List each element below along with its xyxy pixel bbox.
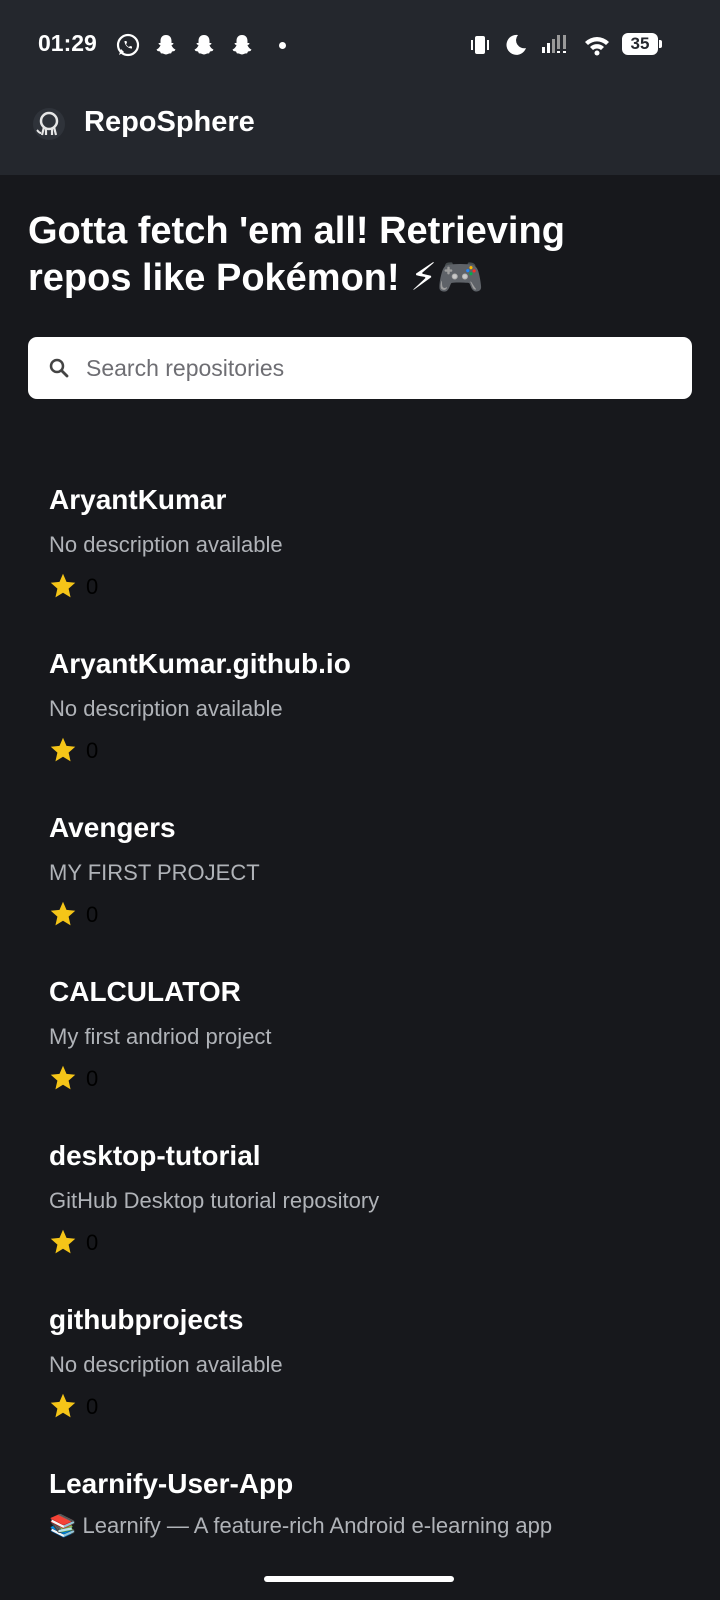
repo-name: CALCULATOR (49, 976, 241, 1007)
search-icon (49, 358, 69, 378)
repo-description: My first andriod project (49, 1024, 272, 1049)
star-count: 0 (86, 574, 99, 599)
star-count: 0 (86, 1230, 99, 1255)
status-time: 01:29 (38, 30, 97, 56)
app-title: RepoSphere (84, 106, 255, 138)
repo-name: Learnify-User-App (49, 1468, 294, 1499)
repo-description: No description available (49, 696, 283, 721)
wifi-icon (585, 37, 609, 56)
repo-name: Avengers (49, 812, 176, 843)
page-headline: Gotta fetch 'em all! Retrieving repos li… (28, 210, 565, 299)
search-box[interactable] (28, 337, 692, 399)
moon-icon (506, 34, 526, 55)
repo-name: AryantKumar.github.io (49, 648, 351, 679)
repo-description: No description available (49, 532, 283, 557)
star-count: 0 (86, 1066, 99, 1091)
whatsapp-icon (116, 33, 140, 57)
snapchat-icon (232, 35, 252, 55)
battery-icon: 35 (622, 33, 662, 55)
repo-item-githubprojects[interactable]: githubprojects No description available … (49, 1290, 689, 1440)
search-input[interactable] (84, 345, 678, 391)
star-count: 0 (86, 902, 99, 927)
star-count: 0 (86, 738, 99, 763)
repo-item-aryantkumar[interactable]: AryantKumar No description available 0 (49, 470, 689, 620)
repo-name: githubprojects (49, 1304, 244, 1335)
snapchat-icon (156, 35, 176, 55)
repo-name: AryantKumar (49, 484, 227, 515)
star-icon (50, 1393, 76, 1418)
star-icon (50, 737, 76, 762)
star-icon (50, 901, 76, 926)
battery-level: 35 (630, 34, 650, 53)
status-bar: 01:29 35 (0, 0, 720, 92)
star-icon (50, 1065, 76, 1090)
signal-icon (542, 35, 566, 53)
bottom-edge (0, 1566, 720, 1600)
repo-description: MY FIRST PROJECT (49, 860, 260, 885)
notification-dot-icon (279, 42, 286, 49)
top-bar: 01:29 35 RepoSphere (0, 0, 720, 175)
repo-description: No description available (49, 1352, 283, 1377)
star-icon (50, 573, 76, 598)
octocat-icon (33, 108, 65, 140)
star-count: 0 (86, 1394, 99, 1419)
home-indicator[interactable] (264, 1576, 454, 1582)
repo-description: 📚 Learnify — A feature-rich Android e-le… (49, 1513, 553, 1538)
repo-item-avengers[interactable]: Avengers MY FIRST PROJECT 0 (49, 798, 689, 948)
repo-name: desktop-tutorial (49, 1140, 261, 1171)
repo-description: GitHub Desktop tutorial repository (49, 1188, 380, 1213)
repo-item-learnify-user-app[interactable]: Learnify-User-App 📚 Learnify — A feature… (49, 1454, 689, 1564)
repo-item-calculator[interactable]: CALCULATOR My first andriod project 0 (49, 962, 689, 1112)
snapchat-icon (194, 35, 214, 55)
star-icon (50, 1229, 76, 1254)
vibrate-icon (471, 36, 489, 54)
repo-item-aryantkumar-github-io[interactable]: AryantKumar.github.io No description ava… (49, 634, 689, 784)
repo-item-desktop-tutorial[interactable]: desktop-tutorial GitHub Desktop tutorial… (49, 1126, 689, 1276)
